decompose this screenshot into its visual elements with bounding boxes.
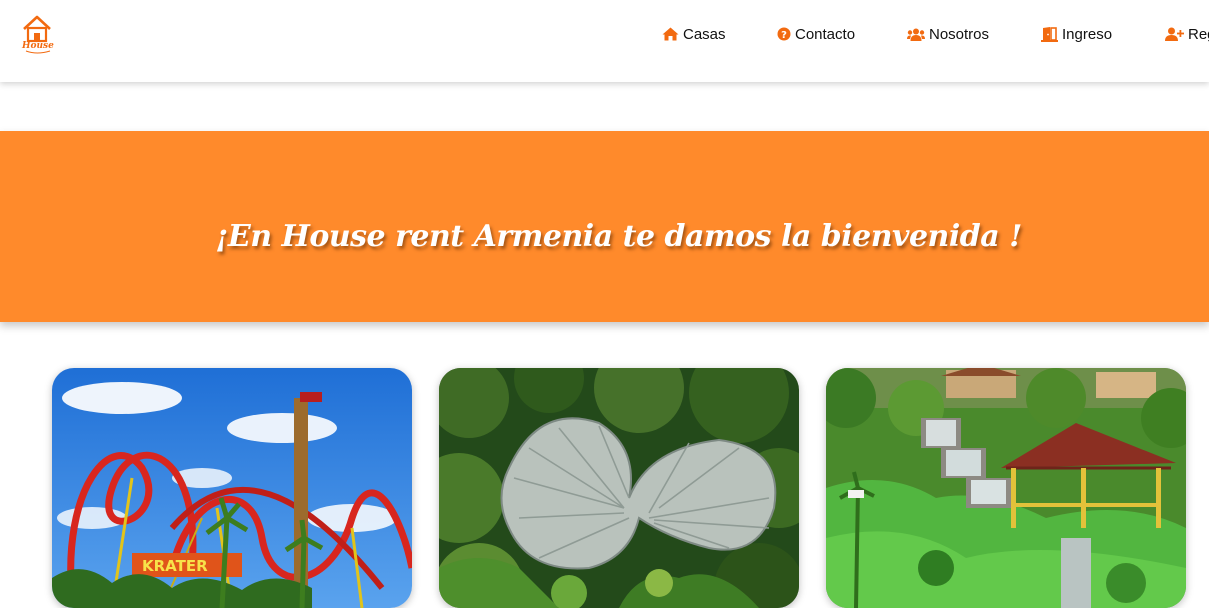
user-plus-icon <box>1165 27 1184 41</box>
navbar: House Casas ? Contacto Nosotros Ingreso … <box>0 0 1209 82</box>
house-icon: House <box>21 15 54 54</box>
welcome-banner: ¡En House rent Armenia te damos la bienv… <box>0 131 1209 322</box>
nav-item-ingreso[interactable]: Ingreso <box>1041 24 1112 44</box>
butterfly-greenhouse-photo <box>439 368 799 608</box>
garden-waterfall-kiosk-photo <box>826 368 1186 608</box>
attraction-card-2[interactable] <box>439 368 799 608</box>
nav-item-contacto[interactable]: ? Contacto <box>777 24 855 44</box>
users-icon <box>907 28 925 41</box>
roller-coaster-park-photo: KRATER <box>52 368 412 608</box>
question-circle-icon: ? <box>777 27 791 41</box>
house-logo[interactable]: House <box>20 14 54 56</box>
nav-label: Contacto <box>795 25 856 43</box>
door-open-icon <box>1041 26 1058 42</box>
nav-label: Ingreso <box>1062 25 1113 43</box>
nav-label: Casas <box>683 25 726 43</box>
nav-item-registro[interactable]: Reg <box>1165 24 1209 44</box>
nav-item-casas[interactable]: Casas <box>662 24 726 44</box>
home-icon <box>662 27 679 41</box>
nav-label: Nosotros <box>929 25 990 43</box>
welcome-title: ¡En House rent Armenia te damos la bienv… <box>215 219 1022 254</box>
nav-item-nosotros[interactable]: Nosotros <box>907 24 989 44</box>
attraction-card-3[interactable] <box>826 368 1186 608</box>
nav-label: Reg <box>1188 25 1209 43</box>
attraction-card-1[interactable]: KRATER <box>52 368 412 608</box>
svg-text:?: ? <box>781 30 787 41</box>
svg-text:KRATER: KRATER <box>142 557 208 575</box>
svg-text:House: House <box>21 41 54 51</box>
